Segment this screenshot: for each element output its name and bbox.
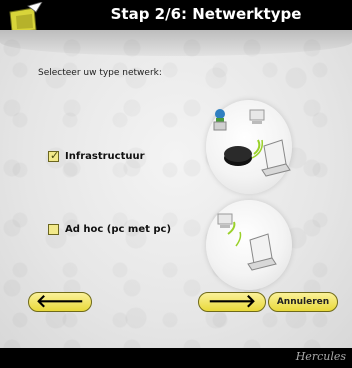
infrastructure-network-illustration bbox=[206, 100, 292, 194]
arrow-right-icon: 🡒 bbox=[207, 291, 257, 312]
ad-hoc-checkbox[interactable] bbox=[48, 224, 59, 235]
option-ad-hoc[interactable]: Ad hoc (pc met pc) bbox=[48, 224, 171, 235]
title-bar: Stap 2/6: Netwerktype bbox=[0, 0, 352, 33]
footer-bar: Hercules bbox=[0, 348, 352, 368]
next-button[interactable]: 🡒 bbox=[198, 292, 266, 312]
wizard-panel: Selecteer uw type netwerk: ✓ Infrastruct… bbox=[0, 30, 352, 348]
arrow-left-icon: 🡐 bbox=[35, 291, 85, 312]
network-type-prompt: Selecteer uw type netwerk: bbox=[38, 68, 162, 78]
ad-hoc-network-illustration bbox=[206, 200, 292, 290]
option-label: Ad hoc (pc met pc) bbox=[65, 224, 172, 235]
infrastructure-checkbox[interactable]: ✓ bbox=[48, 149, 60, 162]
cancel-button[interactable]: Annuleren bbox=[268, 292, 338, 312]
window-title: Stap 2/6: Netwerktype bbox=[110, 5, 302, 23]
router-laptop-icon bbox=[213, 109, 291, 177]
back-button[interactable]: 🡐 bbox=[28, 292, 92, 312]
checkmark-icon: ✓ bbox=[50, 149, 60, 162]
laptops-icon bbox=[217, 213, 277, 271]
option-infrastructure[interactable]: ✓ Infrastructuur bbox=[48, 149, 145, 162]
hercules-brand-logo: Hercules bbox=[295, 350, 346, 363]
option-label: Infrastructuur bbox=[65, 151, 145, 162]
